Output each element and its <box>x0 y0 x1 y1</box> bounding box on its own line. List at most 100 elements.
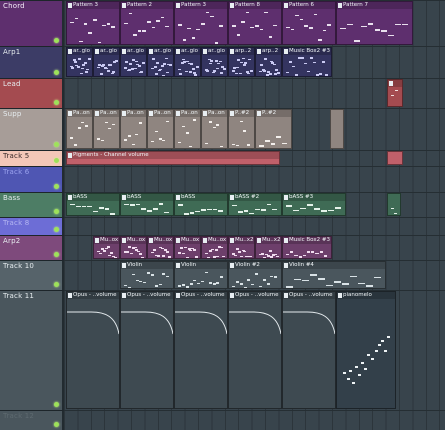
clip-menu-icon[interactable] <box>122 263 126 268</box>
pattern-clip[interactable]: Pa..on <box>147 109 174 149</box>
clip-menu-icon[interactable] <box>230 49 234 54</box>
track-header-4[interactable]: Supp <box>0 108 64 150</box>
clip-menu-icon[interactable] <box>176 293 180 298</box>
opus-volume-clip[interactable]: Opus - ..volume <box>228 291 282 409</box>
clip-menu-icon[interactable] <box>230 3 234 8</box>
bass-clip-small[interactable] <box>387 193 401 216</box>
track-header-3[interactable]: Lead <box>0 78 64 108</box>
clip-menu-icon[interactable] <box>389 81 393 86</box>
clip-menu-icon[interactable] <box>95 238 99 243</box>
mute-led[interactable] <box>54 252 59 257</box>
pattern-clip[interactable]: Pa..on <box>120 109 147 149</box>
clip-menu-icon[interactable] <box>122 195 126 200</box>
clip-menu-icon[interactable] <box>122 238 126 243</box>
track-header-7[interactable]: Bass <box>0 192 64 217</box>
clip-menu-icon[interactable] <box>203 49 207 54</box>
mute-led[interactable] <box>54 38 59 43</box>
clip-menu-icon[interactable] <box>203 111 207 116</box>
pattern-clip[interactable]: Violin <box>120 261 174 289</box>
pattern-clip[interactable]: Pa..on <box>174 109 201 149</box>
clip-menu-icon[interactable] <box>68 195 72 200</box>
clip-menu-icon[interactable] <box>338 3 342 8</box>
track-header-9[interactable]: Arp2 <box>0 235 64 260</box>
piano-clip[interactable]: pianomelo <box>336 291 396 409</box>
pattern-clip[interactable]: Mu..ox <box>93 236 120 259</box>
pattern-clip[interactable]: Mu..x2 <box>228 236 255 259</box>
pattern-clip[interactable]: ar..gio <box>93 47 120 77</box>
opus-volume-clip[interactable]: Opus - ..volume <box>66 291 120 409</box>
opus-volume-clip[interactable]: Opus - ..volume <box>282 291 336 409</box>
pattern-clip[interactable]: Pattern 2 <box>120 1 174 45</box>
automation-clip[interactable]: Pigments - Channel volume <box>66 151 280 165</box>
pattern-clip[interactable]: ar..gio <box>66 47 93 77</box>
pattern-clip[interactable]: arp..2 <box>255 47 282 77</box>
clip-menu-icon[interactable] <box>122 49 126 54</box>
pattern-clip[interactable]: bASS <box>174 193 228 216</box>
clip-menu-icon[interactable] <box>230 263 234 268</box>
clip-menu-icon[interactable] <box>284 195 288 200</box>
clip-menu-icon[interactable] <box>230 238 234 243</box>
clip-menu-icon[interactable] <box>284 238 288 243</box>
pattern-clip[interactable]: Pattern 3 <box>174 1 228 45</box>
clip-menu-icon[interactable] <box>95 111 99 116</box>
clip-menu-icon[interactable] <box>176 3 180 8</box>
clip-menu-icon[interactable] <box>95 49 99 54</box>
clip-menu-icon[interactable] <box>68 111 72 116</box>
mute-led[interactable] <box>54 100 59 105</box>
clip-menu-icon[interactable] <box>284 263 288 268</box>
track-header-5[interactable]: Track 5 <box>0 150 64 166</box>
pattern-clip[interactable]: Pattern 7 <box>336 1 413 45</box>
clip-menu-icon[interactable] <box>257 238 261 243</box>
mute-led[interactable] <box>54 158 59 163</box>
pattern-clip[interactable]: Music Box2 #3 <box>282 236 332 259</box>
clip-menu-icon[interactable] <box>122 293 126 298</box>
pattern-clip[interactable]: Pa..on <box>201 109 228 149</box>
lead-clip[interactable] <box>387 79 403 107</box>
pattern-clip[interactable]: Mu..x2 <box>255 236 282 259</box>
pattern-clip[interactable]: Pa..on <box>93 109 120 149</box>
clip-menu-icon[interactable] <box>176 195 180 200</box>
track-header-6[interactable]: Track 6 <box>0 166 64 192</box>
pattern-clip[interactable]: P..#2 <box>228 109 255 149</box>
clip-menu-icon[interactable] <box>149 238 153 243</box>
clip-menu-icon[interactable] <box>176 111 180 116</box>
mute-led[interactable] <box>54 142 59 147</box>
pattern-clip[interactable]: Mu..ox <box>147 236 174 259</box>
pattern-clip[interactable]: ar..gio <box>120 47 147 77</box>
pattern-clip[interactable]: Mu..ox <box>120 236 147 259</box>
clip-menu-icon[interactable] <box>68 293 72 298</box>
clip-menu-icon[interactable] <box>284 49 288 54</box>
mute-led[interactable] <box>54 282 59 287</box>
clip-menu-icon[interactable] <box>284 3 288 8</box>
clip-menu-icon[interactable] <box>122 111 126 116</box>
clip-menu-icon[interactable] <box>176 238 180 243</box>
mute-led[interactable] <box>54 227 59 232</box>
mute-led[interactable] <box>54 422 59 427</box>
pattern-clip[interactable]: ar..gio <box>174 47 201 77</box>
clip-menu-icon[interactable] <box>230 293 234 298</box>
clip-menu-icon[interactable] <box>257 49 261 54</box>
clip-menu-icon[interactable] <box>338 293 342 298</box>
pattern-clip[interactable]: Music Box2 #3 <box>282 47 332 77</box>
pattern-clip[interactable]: Violin #2 <box>228 261 282 289</box>
mute-led[interactable] <box>54 184 59 189</box>
pattern-clip[interactable]: Pa..on <box>66 109 93 149</box>
opus-volume-clip[interactable]: Opus - ..volume <box>120 291 174 409</box>
clip-menu-icon[interactable] <box>68 153 72 158</box>
mute-led[interactable] <box>54 70 59 75</box>
clip-menu-icon[interactable] <box>203 238 207 243</box>
supp-clip-small[interactable] <box>330 109 344 149</box>
clip-menu-icon[interactable] <box>176 263 180 268</box>
clip-menu-icon[interactable] <box>284 293 288 298</box>
clip-menu-icon[interactable] <box>149 111 153 116</box>
track-header-12[interactable]: Track 12 <box>0 410 64 430</box>
track-header-1[interactable]: Chord <box>0 0 64 46</box>
clip-menu-icon[interactable] <box>68 3 72 8</box>
clip-menu-icon[interactable] <box>149 49 153 54</box>
opus-volume-clip[interactable]: Opus - ..volume <box>174 291 228 409</box>
mute-led[interactable] <box>54 209 59 214</box>
track-header-8[interactable]: Track 8 <box>0 217 64 235</box>
pattern-clip[interactable]: Violin #4 <box>282 261 386 289</box>
pattern-clip[interactable]: bASS #2 <box>228 193 282 216</box>
clip-menu-icon[interactable] <box>176 49 180 54</box>
